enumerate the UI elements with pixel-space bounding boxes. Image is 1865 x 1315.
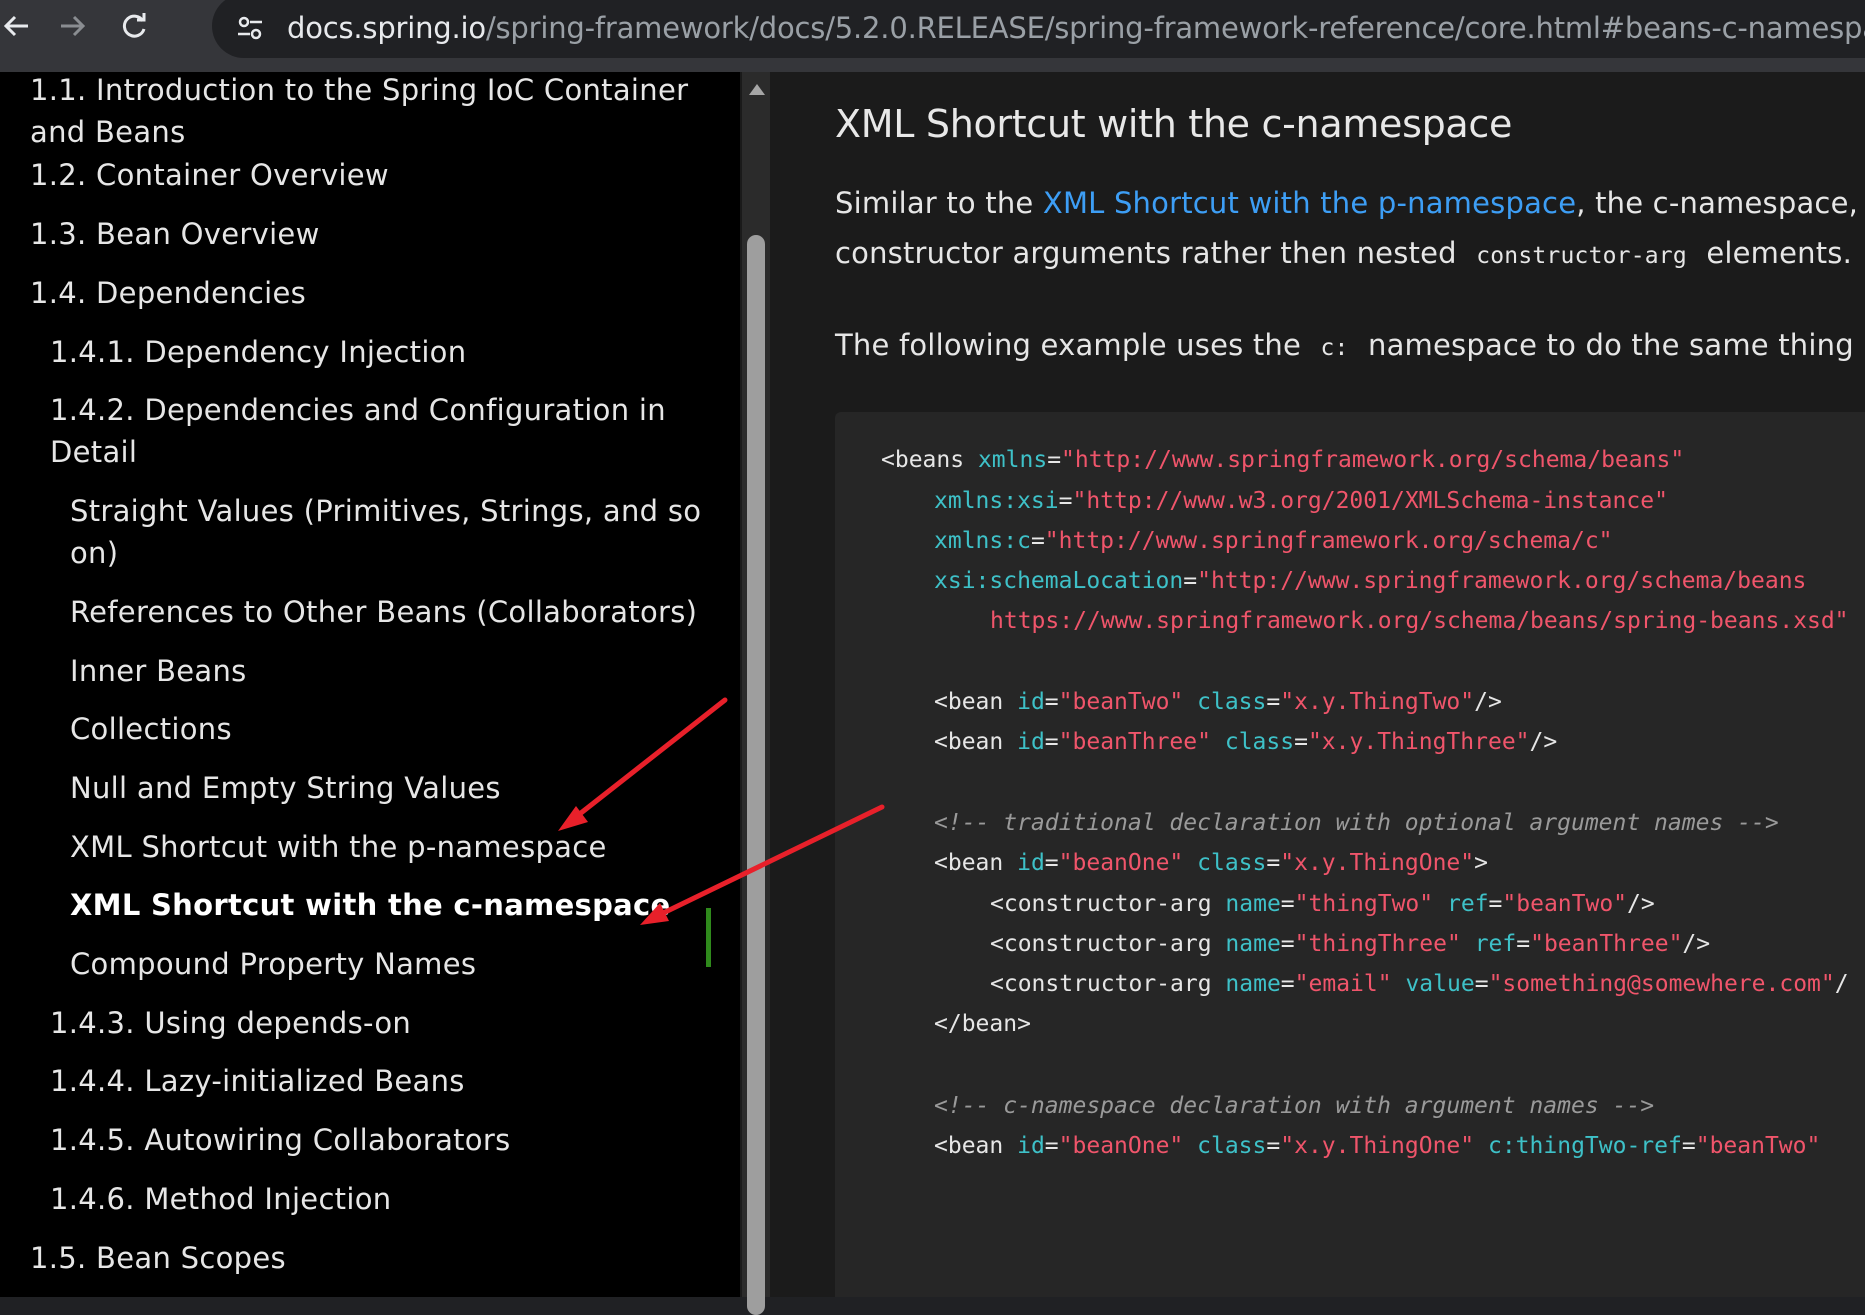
code-line: xmlns:xsi="http://www.w3.org/2001/XMLSch… (934, 488, 1668, 514)
p3-suffix: namespace to do the same thing as (1358, 328, 1865, 362)
code-line: xsi:schemaLocation="http://www.springfra… (934, 568, 1807, 594)
arrow-right-icon (61, 15, 86, 37)
p2-prefix: constructor arguments rather then nested (835, 236, 1467, 270)
code-line: <bean id="beanOne" class="x.y.ThingOne"> (934, 850, 1488, 876)
site-info-button[interactable] (230, 8, 270, 48)
address-bar[interactable]: docs.spring.io/spring-framework/docs/5.2… (212, 0, 1865, 58)
toc-item-null-empty[interactable]: Null and Empty String Values (70, 767, 501, 809)
url-path: /spring-framework/docs/5.2.0.RELEASE/spr… (485, 11, 1865, 45)
code-line: <bean id="beanTwo" class="x.y.ThingTwo"/… (934, 689, 1502, 715)
toc-item-container-overview[interactable]: 1.2. Container Overview (30, 154, 389, 196)
toc-item-inner-beans[interactable]: Inner Beans (70, 650, 247, 692)
inline-code-constructor-arg: constructor-arg (1476, 243, 1687, 269)
toc-item-straight-values[interactable]: Straight Values (Primitives, Strings, an… (70, 490, 720, 574)
code-line: https://www.springframework.org/schema/b… (990, 608, 1849, 634)
reload-icon (122, 13, 146, 38)
back-button[interactable] (0, 4, 38, 48)
scroll-thumb[interactable] (747, 235, 765, 1315)
p1-suffix: , the c-namespace, i (1576, 186, 1865, 220)
code-comment: <!-- traditional declaration with option… (934, 810, 1779, 836)
p3-prefix: The following example uses the (835, 328, 1311, 362)
example-paragraph: The following example uses the c: namesp… (835, 324, 1865, 369)
code-line: <beans xmlns="http://www.springframework… (881, 447, 1685, 473)
toc-item-dependency-injection[interactable]: 1.4.1. Dependency Injection (50, 331, 466, 373)
intro-paragraph-line2: constructor arguments rather then nested… (835, 232, 1852, 277)
page-title: XML Shortcut with the c-namespace (835, 102, 1513, 146)
toc-item-dependencies[interactable]: 1.4. Dependencies (30, 272, 306, 314)
reload-button[interactable] (112, 4, 156, 48)
code-line: xmlns:c="http://www.springframework.org/… (934, 528, 1613, 554)
toc-item-references[interactable]: References to Other Beans (Collaborators… (70, 591, 697, 633)
toc-item-lazy-init[interactable]: 1.4.4. Lazy-initialized Beans (50, 1060, 465, 1102)
url-host: docs.spring.io (287, 11, 486, 45)
code-line: <bean id="beanOne" class="x.y.ThingOne" … (934, 1133, 1821, 1159)
sidebar-scrollbar[interactable] (740, 72, 772, 1315)
code-line: <constructor-arg name="thingThree" ref="… (990, 931, 1711, 957)
active-section-marker (706, 908, 711, 967)
forward-button[interactable] (51, 4, 95, 48)
code-comment: <!-- c-namespace declaration with argume… (934, 1093, 1655, 1119)
inline-code-c-prefix: c: (1320, 335, 1349, 361)
code-line: </bean> (934, 1011, 1031, 1037)
main-content: XML Shortcut with the c-namespace Simila… (770, 72, 1865, 1297)
arrow-left-icon (3, 15, 28, 37)
p2-suffix: elements. (1696, 236, 1853, 270)
toc-item-dependencies-config[interactable]: 1.4.2. Dependencies and Configuration in… (50, 389, 710, 473)
toc-item-depends-on[interactable]: 1.4.3. Using depends-on (50, 1002, 411, 1044)
xml-code-block[interactable]: <beans xmlns="http://www.springframework… (835, 412, 1865, 1297)
toc-item-bean-overview[interactable]: 1.3. Bean Overview (30, 213, 320, 255)
scroll-up-arrow-icon[interactable] (749, 84, 765, 95)
toc-item-method-injection[interactable]: 1.4.6. Method Injection (50, 1178, 391, 1220)
intro-paragraph-line1: Similar to the XML Shortcut with the p-n… (835, 182, 1865, 224)
code-line: <constructor-arg name="thingTwo" ref="be… (990, 891, 1655, 917)
toc-sidebar: 1.1. Introduction to the Spring IoC Cont… (0, 72, 740, 1297)
p-namespace-link[interactable]: XML Shortcut with the p-namespace (1043, 186, 1576, 220)
toc-item-bean-scopes[interactable]: 1.5. Bean Scopes (30, 1237, 286, 1279)
toc-item-autowiring[interactable]: 1.4.5. Autowiring Collaborators (50, 1119, 511, 1161)
toc-item-c-namespace[interactable]: XML Shortcut with the c-namespace (70, 884, 671, 926)
toc-item-intro[interactable]: 1.1. Introduction to the Spring IoC Cont… (30, 72, 710, 153)
toc-item-collections[interactable]: Collections (70, 708, 232, 750)
tune-icon (238, 16, 262, 40)
url-text[interactable]: docs.spring.io/spring-framework/docs/5.2… (287, 8, 1865, 48)
browser-toolbar: docs.spring.io/spring-framework/docs/5.2… (0, 0, 1865, 72)
code-line: <constructor-arg name="email" value="som… (990, 971, 1849, 997)
toc-item-p-namespace[interactable]: XML Shortcut with the p-namespace (70, 826, 607, 868)
p1-prefix: Similar to the (835, 186, 1043, 220)
toc-item-compound-property[interactable]: Compound Property Names (70, 943, 476, 985)
code-line: <bean id="beanThree" class="x.y.ThingThr… (934, 729, 1558, 755)
